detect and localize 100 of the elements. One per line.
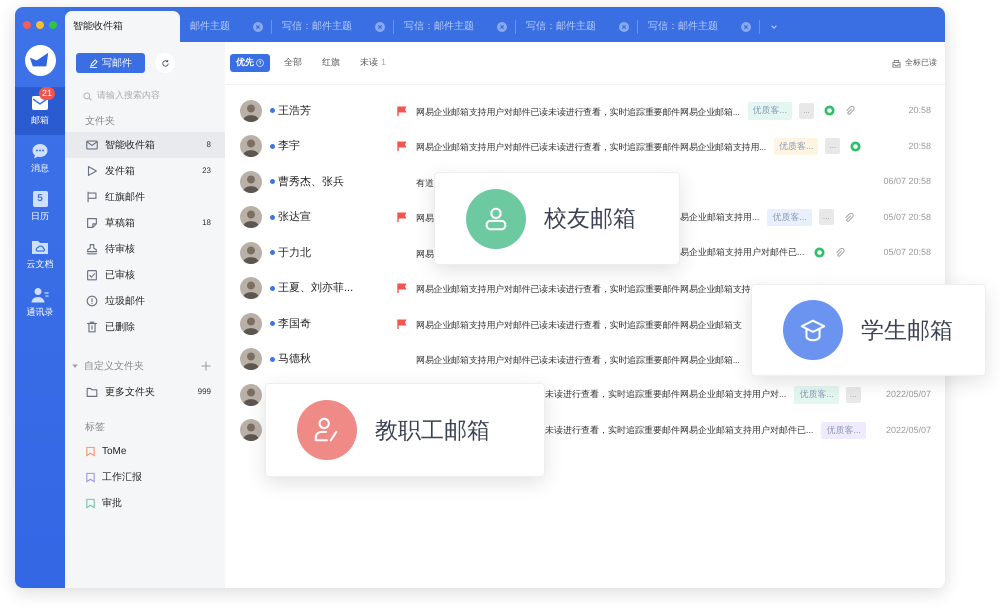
nav-label: 通讯录 [26,306,54,319]
compose-button[interactable]: 写邮件 [76,53,145,73]
close-icon[interactable] [619,22,629,32]
folder-item[interactable]: 垃圾邮件 [65,288,225,314]
mail-tag: 优质客... [774,138,818,155]
avatar [240,135,262,158]
close-icon[interactable] [253,22,263,32]
mail-tag: 优质客... [794,386,839,404]
plus-icon[interactable] [201,361,211,371]
nav-item[interactable]: 云文档 [15,231,65,279]
avatar [240,419,262,442]
nav-item[interactable]: 21 邮箱 [15,87,65,135]
nav-label: 日历 [31,210,49,223]
filter-tab[interactable]: 优先 [230,54,270,72]
folder-count: 999 [198,386,211,398]
mail-subject: 未读进行查看，实时追踪重要邮件网易企业邮箱支持用户对... [545,388,786,402]
mark-all-read-button[interactable]: 全标已读 [892,57,937,69]
unread-badge: 21 [39,86,56,100]
sender-name: 于力北 [278,246,311,260]
mail-subject: 网易企业邮箱支持用户对邮件已读未读进行查看，实时追踪重要邮件网易企业邮箱支持 [416,284,750,294]
sender-name: 李国奇 [278,316,311,332]
tag-item[interactable]: 工作汇报 [65,464,225,490]
card-title: 教职工邮箱 [375,416,490,445]
caret-icon[interactable] [72,363,78,369]
nav-label: 云文档 [26,258,54,271]
mail-subject: 网易企业邮箱支持用户对邮件已读未读进行查看，实时追踪重要邮件网易企业邮箱... [416,355,740,366]
tag-label: 工作汇报 [102,470,142,484]
pending-icon [85,242,99,256]
inbox-tray-icon [892,58,901,68]
nav-item[interactable]: 通讯录 [15,279,65,327]
chevron-down-icon[interactable] [770,22,778,30]
person-icon [31,286,49,303]
draft-icon [85,216,99,230]
mail-subject: 网易企业邮箱支持用户对邮件已读未读进行查看，实时追踪重要邮件网易企业邮箱支持用... [416,142,766,152]
sender-name: 王夏、刘亦菲... [278,280,354,296]
mail-subject: 网易企业邮箱支持用户对邮件已读未读进行查看，实时追踪重要邮件网易企业邮箱... [416,106,740,117]
sender-name: 马德秋 [278,352,311,367]
avatar [240,348,262,370]
tag-label: 审批 [102,496,122,510]
nav-item[interactable]: 消息 [15,135,65,183]
spam-icon [85,294,99,308]
refresh-icon [160,58,170,68]
search-icon [83,92,92,100]
more-tag: ... [825,138,840,154]
mail-time: 20:58 [908,140,931,152]
mail-time: 2022/05/07 [886,388,931,401]
approved-icon [85,268,99,282]
folder-label: 发件箱 [105,164,136,178]
search-field[interactable]: 请输入搜索内容 [97,89,207,103]
folder-item[interactable]: 待审核 [65,236,225,262]
tag-item[interactable]: 审批 [65,490,225,516]
folder-cloud-icon [31,238,49,255]
folder-item[interactable]: 发件箱 23 [65,158,225,184]
chat-bubble-icon [31,142,49,159]
card-title: 学生邮箱 [861,316,953,345]
mail-subject: 未读进行查看，实时追踪重要邮件网易企业邮箱支持用户对邮件已... [545,424,814,437]
mail-tag: 优质客... [821,422,866,439]
folder-item[interactable]: 红旗邮件 [65,184,225,210]
folder-label: 待审核 [105,242,136,256]
mail-tag: 优质客... [748,102,792,120]
folder-count: 18 [202,217,211,229]
folder-label: 已审核 [105,268,136,282]
avatar [240,100,262,122]
folder-item[interactable]: 更多文件夹 999 [65,379,225,405]
folder-label: 草稿箱 [105,216,136,230]
section-header: 标签 [84,420,106,435]
avatar [240,170,262,193]
calendar-icon: 5 [32,190,48,207]
folder-item[interactable]: 已审核 [65,262,225,288]
more-tag: ... [799,102,814,119]
folder-label: 已删除 [105,320,136,334]
tag-label: ToMe [102,444,126,458]
folder-item[interactable]: 智能收件箱 8 [65,132,225,158]
close-icon[interactable] [497,22,507,32]
mail-time: 05/07 20:58 [883,246,931,259]
folder-icon [85,385,99,399]
mail-time: 20:58 [908,104,931,117]
more-tag: ... [818,209,834,226]
pencil-icon [89,58,98,68]
filter-tab[interactable]: 红旗 [316,54,346,72]
filter-tab[interactable]: 全部 [278,54,308,72]
close-icon[interactable] [741,22,751,32]
window-tab[interactable]: 智能收件箱 [65,11,180,42]
folder-item[interactable]: 已删除 [65,314,225,340]
folder-label: 更多文件夹 [105,386,156,400]
close-icon[interactable] [375,22,385,32]
nav-item[interactable]: 5 日历 [15,183,65,231]
mail-subject: 网易 [416,248,434,259]
mail-time: 05/07 20:58 [883,210,931,224]
folder-count: 8 [206,139,211,151]
app-logo [24,45,56,76]
folder-label: 红旗邮件 [105,190,146,204]
section-header: 文件夹 [84,114,116,129]
filter-tab[interactable]: 未读 1 [354,54,392,72]
mail-subject: 网易 [416,213,434,224]
mail-subject: 易企业邮箱支持用... [680,210,760,224]
tag-item[interactable]: ToMe [65,438,225,464]
refresh-button[interactable] [155,53,175,73]
sent-icon [85,164,99,178]
folder-item[interactable]: 草稿箱 18 [65,210,225,236]
